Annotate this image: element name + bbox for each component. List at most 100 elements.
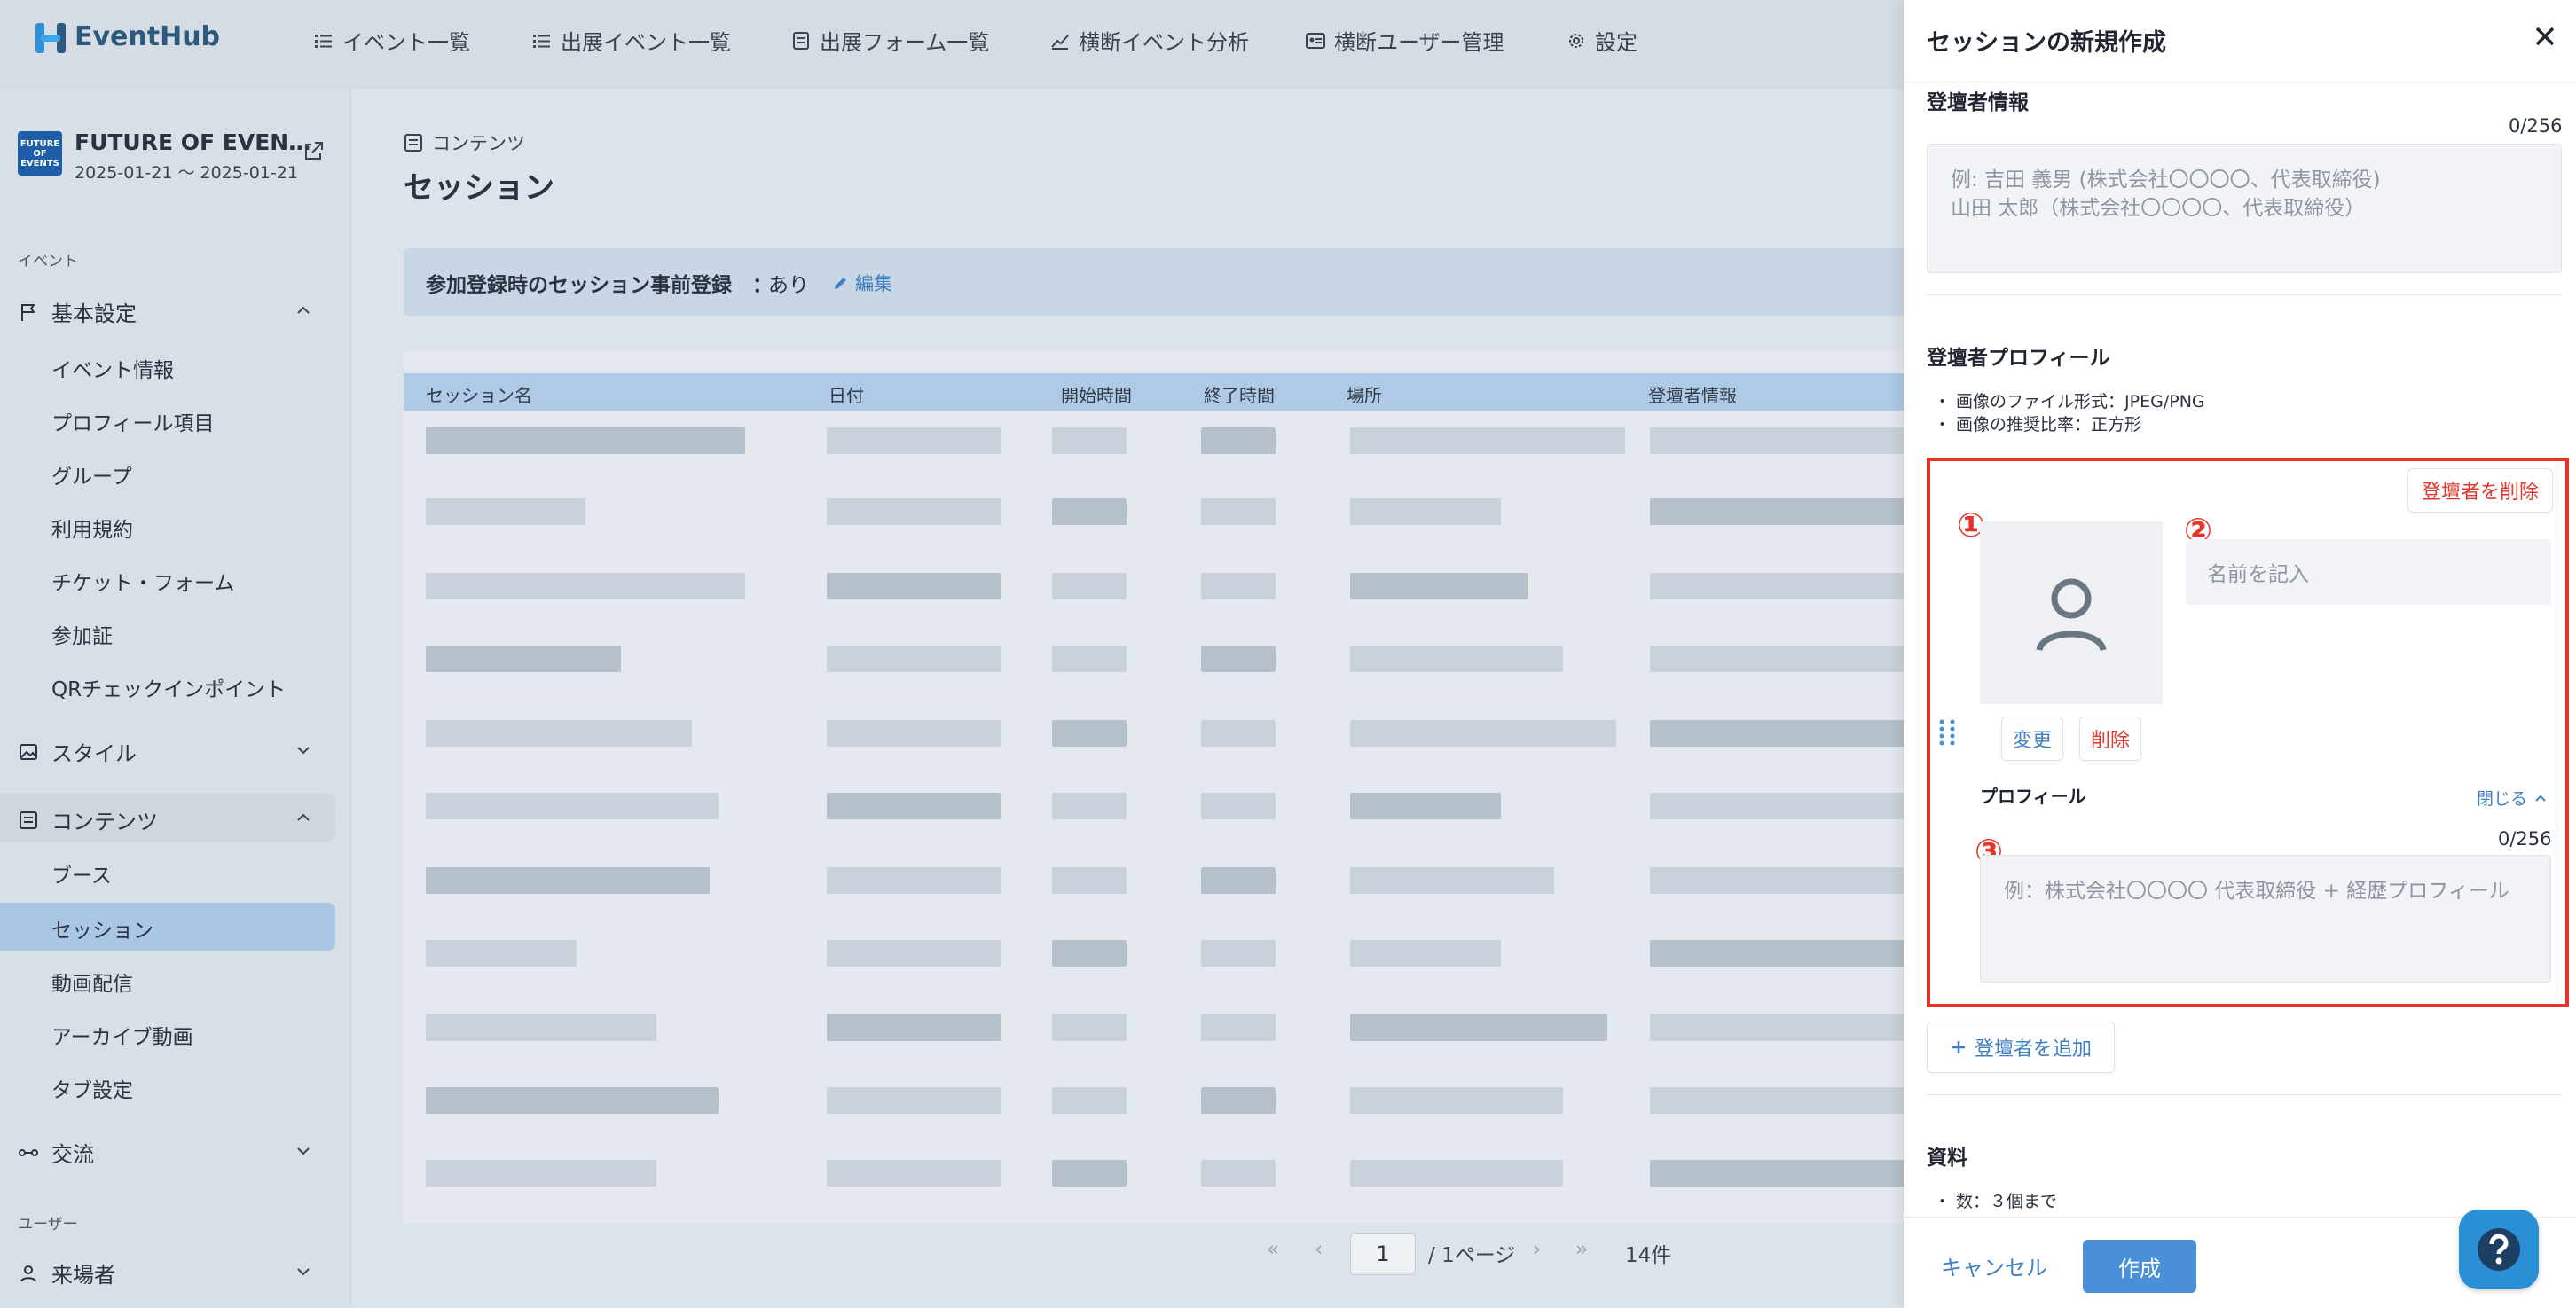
change-avatar-button[interactable]: 変更: [2001, 717, 2063, 761]
redacted-cell: [1052, 1087, 1127, 1114]
sidebar-item-tickets-forms[interactable]: チケット・フォーム: [51, 566, 234, 596]
sidebar-group-exchange[interactable]: 交流: [18, 1137, 94, 1168]
materials-note: ・ 数：３個まで: [1934, 1192, 2058, 1211]
redacted-cell: [1350, 1014, 1607, 1041]
sidebar-item-booth[interactable]: ブース: [51, 858, 112, 889]
redacted-cell: [1650, 498, 1907, 525]
help-button[interactable]: [2459, 1210, 2539, 1289]
nav-label: 出展イベント一覧: [561, 30, 731, 55]
sidebar-item-archive-video[interactable]: アーカイブ動画: [51, 1020, 193, 1050]
breadcrumb: コンテンツ: [404, 129, 525, 156]
cancel-button[interactable]: キャンセル: [1941, 1250, 2047, 1281]
sidebar-item-tab-settings[interactable]: タブ設定: [51, 1073, 133, 1103]
close-icon[interactable]: [2532, 23, 2558, 50]
add-speaker-button[interactable]: 登壇者を追加: [1927, 1022, 2115, 1073]
redacted-cell: [1201, 573, 1276, 599]
speaker-profile-note-format: ・ 画像のファイル形式：JPEG/PNG: [1934, 392, 2205, 411]
redacted-cell: [1052, 646, 1127, 672]
breadcrumb-label[interactable]: コンテンツ: [432, 129, 525, 156]
pager-last-button[interactable]: »: [1575, 1238, 1588, 1261]
redacted-cell: [1052, 427, 1127, 454]
sidebar-item-session[interactable]: セッション: [51, 913, 153, 944]
redacted-cell: [1650, 1160, 1907, 1187]
chevron-down-icon[interactable]: [296, 743, 310, 757]
redacted-cell: [827, 427, 1001, 454]
chevron-up-icon[interactable]: [296, 811, 310, 825]
column-speaker-info[interactable]: 登壇者情報: [1648, 381, 1737, 407]
profile-char-count: 0/256: [2498, 828, 2552, 850]
redacted-cell: [1650, 427, 1907, 454]
sidebar-section-user: ユーザー: [18, 1216, 78, 1234]
sidebar-section-event: イベント: [18, 253, 78, 270]
user-icon: [20, 1265, 36, 1281]
redacted-cell: [426, 1160, 656, 1187]
column-date[interactable]: 日付: [829, 381, 864, 407]
nav-cross-event-analytics[interactable]: 横断イベント分析: [1050, 25, 1249, 56]
redacted-cell: [1650, 1087, 1907, 1114]
redacted-cell: [1350, 1160, 1563, 1187]
sidebar-group-label: コンテンツ: [51, 810, 158, 834]
page-title: セッション: [404, 170, 554, 206]
nav-exhibit-form-list[interactable]: 出展フォーム一覧: [791, 25, 989, 56]
collapse-profile-button[interactable]: 閉じる: [2477, 786, 2547, 810]
column-end-time[interactable]: 終了時間: [1204, 381, 1275, 407]
nav-cross-user-management[interactable]: 横断ユーザー管理: [1306, 25, 1504, 56]
sidebar-group-label: 基本設定: [51, 302, 137, 326]
preregistration-value: あり: [768, 274, 809, 297]
redacted-cell: [1201, 940, 1276, 967]
speaker-name-input[interactable]: 名前を記入: [2186, 539, 2551, 605]
sidebar-item-terms[interactable]: 利用規約: [51, 513, 133, 543]
redacted-cell: [1201, 867, 1276, 894]
speaker-profile-note-ratio: ・ 画像の推奨比率：正方形: [1934, 415, 2142, 435]
nav-settings[interactable]: 設定: [1567, 25, 1637, 56]
sidebar-item-profile-fields[interactable]: プロフィール項目: [51, 406, 215, 436]
materials-label: 資料: [1927, 1147, 1967, 1170]
speaker-info-label: 登壇者情報: [1927, 91, 2029, 114]
sidebar-item-groups[interactable]: グループ: [51, 459, 132, 490]
speaker-info-textarea[interactable]: 例: 吉田 義男 (株式会社〇〇〇〇、代表取締役) 山田 太郎（株式会社〇〇〇〇…: [1927, 144, 2562, 273]
edit-preregistration-button[interactable]: 編集: [832, 270, 892, 296]
sidebar-item-video-streaming[interactable]: 動画配信: [51, 967, 133, 997]
nav-event-list[interactable]: イベント一覧: [314, 25, 470, 56]
chevron-up-icon[interactable]: [296, 303, 310, 317]
sidebar-item-event-info[interactable]: イベント情報: [51, 353, 174, 383]
divider: [1927, 294, 2562, 295]
pager-prev-button[interactable]: ‹: [1315, 1238, 1323, 1261]
sidebar-item-admission-pass[interactable]: 参加証: [51, 619, 113, 649]
image-icon: [20, 743, 37, 760]
pager-next-button[interactable]: ›: [1533, 1238, 1541, 1261]
redacted-cell: [426, 646, 621, 672]
speaker-avatar[interactable]: [1980, 521, 2163, 704]
sidebar-group-contents[interactable]: コンテンツ: [18, 804, 158, 835]
sidebar-group-basic-settings[interactable]: 基本設定: [18, 296, 137, 327]
redacted-cell: [426, 793, 719, 819]
redacted-cell: [426, 498, 585, 525]
column-session-name[interactable]: セッション名: [426, 381, 532, 407]
redacted-cell: [1201, 1160, 1276, 1187]
pager-first-button[interactable]: «: [1267, 1238, 1279, 1261]
redacted-cell: [1052, 498, 1127, 525]
create-button[interactable]: 作成: [2083, 1240, 2196, 1293]
page-number-input[interactable]: 1: [1350, 1233, 1416, 1275]
edit-label: 編集: [855, 273, 892, 294]
profile-textarea[interactable]: 例：株式会社〇〇〇〇 代表取締役 + 経歴プロフィール: [1980, 855, 2551, 983]
column-start-time[interactable]: 開始時間: [1061, 381, 1132, 407]
redacted-cell: [827, 867, 1001, 894]
drag-handle-icon[interactable]: [1936, 717, 1959, 748]
document-list-icon: [20, 811, 37, 829]
external-link-icon[interactable]: [302, 140, 325, 163]
sidebar-group-style[interactable]: スタイル: [18, 736, 137, 767]
network-icon: [19, 1148, 38, 1156]
app-logo-text[interactable]: EventHub: [75, 21, 220, 52]
delete-avatar-button[interactable]: 削除: [2079, 717, 2141, 761]
sidebar-item-qr-checkin[interactable]: QRチェックインポイント: [51, 672, 286, 702]
chevron-down-icon[interactable]: [296, 1265, 310, 1279]
redacted-cell: [1052, 867, 1127, 894]
redacted-cell: [426, 1014, 656, 1041]
nav-exhibit-event-list[interactable]: 出展イベント一覧: [532, 25, 731, 56]
column-location[interactable]: 場所: [1347, 381, 1382, 407]
sidebar-group-visitors[interactable]: 来場者: [18, 1257, 115, 1288]
redacted-cell: [1650, 646, 1907, 672]
chevron-down-icon[interactable]: [296, 1144, 310, 1158]
delete-speaker-button[interactable]: 登壇者を削除: [2407, 468, 2553, 513]
